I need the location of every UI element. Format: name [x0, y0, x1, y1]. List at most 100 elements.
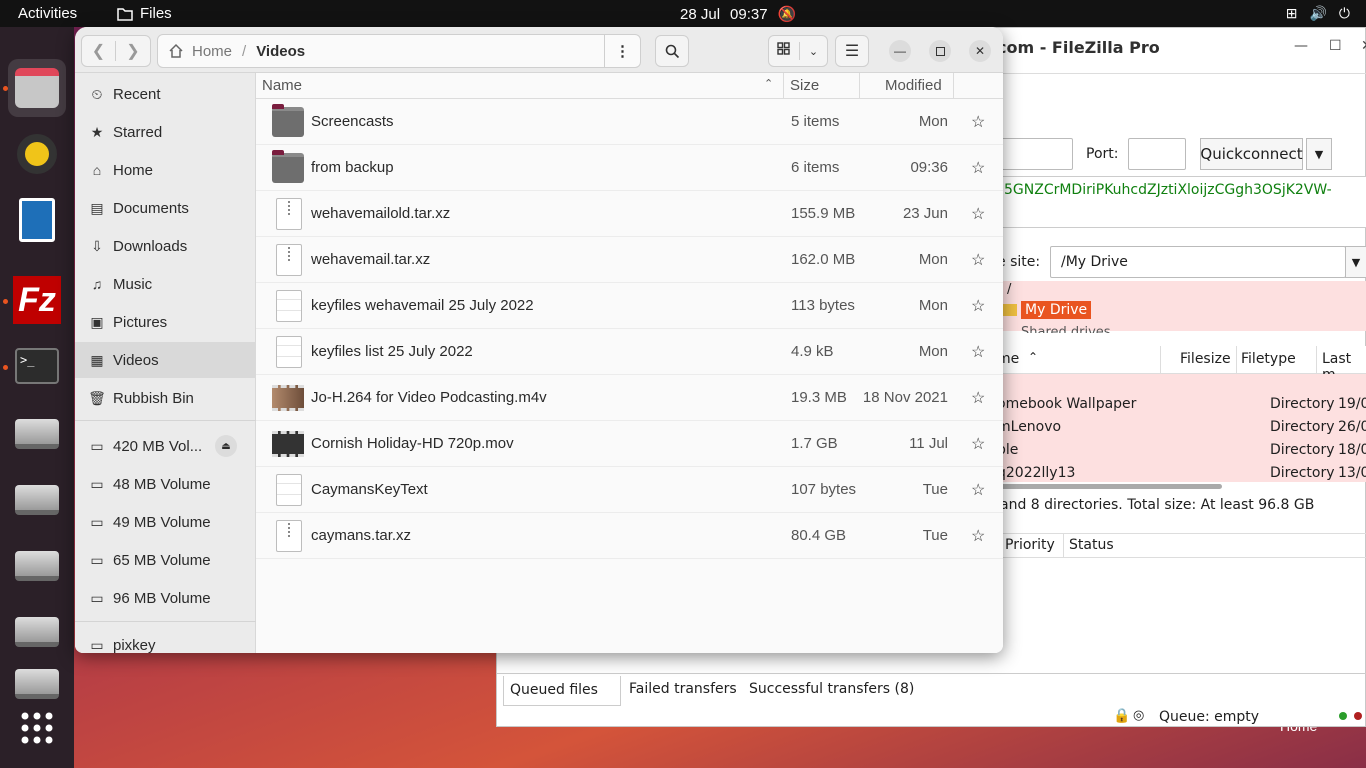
- clock-time: 09:37: [730, 5, 768, 23]
- remote-site-dropdown[interactable]: ▼: [1345, 246, 1366, 278]
- star-button[interactable]: ☆: [971, 434, 985, 454]
- star-button[interactable]: ☆: [971, 250, 985, 270]
- sidebar-item-recent[interactable]: ⏲ Recent: [75, 76, 256, 112]
- dock-drive[interactable]: [8, 405, 66, 463]
- grid-view-button[interactable]: [769, 42, 800, 60]
- table-row[interactable]: keyfiles wehavemail 25 July 2022 113 byt…: [256, 283, 1003, 329]
- sidebar-item-pixkey[interactable]: ▭ pixkey: [75, 627, 256, 654]
- view-options-button[interactable]: ⌄: [800, 45, 827, 58]
- remote-site-field[interactable]: /My Drive: [1050, 246, 1346, 278]
- list-item[interactable]: pleDirectory18/06/1: [997, 439, 1366, 462]
- breadcrumb-home[interactable]: Home: [192, 43, 232, 60]
- queue-col-status[interactable]: Status: [1069, 537, 1114, 553]
- sidebar-volume[interactable]: ▭ 65 MB Volume: [75, 542, 256, 578]
- sidebar-item-documents[interactable]: ▤ Documents: [75, 190, 256, 226]
- sidebar-item-downloads[interactable]: ⇩ Downloads: [75, 228, 256, 264]
- password-field[interactable]: [997, 138, 1073, 170]
- minimize-icon[interactable]: —: [1294, 38, 1308, 54]
- table-row[interactable]: Cornish Holiday-HD 720p.mov 1.7 GB 11 Ju…: [256, 421, 1003, 467]
- dock-rhythmbox[interactable]: [8, 125, 66, 183]
- sidebar-volume[interactable]: ▭ 49 MB Volume: [75, 504, 256, 540]
- sidebar-volume[interactable]: ▭ 48 MB Volume: [75, 466, 256, 502]
- star-button[interactable]: ☆: [971, 158, 985, 178]
- star-button[interactable]: ☆: [971, 388, 985, 408]
- file-modified: Mon: [918, 113, 948, 130]
- eject-icon: ⏏: [221, 440, 231, 452]
- table-row[interactable]: CaymansKeyText 107 bytes Tue ☆: [256, 467, 1003, 513]
- column-header: Name ⌃ Size Modified: [256, 73, 1003, 99]
- tab-queued-files[interactable]: Queued files: [503, 676, 621, 706]
- activities-button[interactable]: Activities: [18, 5, 77, 22]
- table-row[interactable]: wehavemail.tar.xz 162.0 MB Mon ☆: [256, 237, 1003, 283]
- star-button[interactable]: ☆: [971, 342, 985, 362]
- col-filesize[interactable]: Filesize: [1180, 351, 1231, 367]
- close-icon[interactable]: ✕: [1361, 38, 1366, 54]
- maximize-icon[interactable]: ☐: [1329, 38, 1342, 54]
- sidebar-item-pictures[interactable]: ▣ Pictures: [75, 304, 256, 340]
- tab-successful-transfers[interactable]: Successful transfers (8): [749, 681, 914, 697]
- table-row[interactable]: Jo-H.264 for Video Podcasting.m4v 19.3 M…: [256, 375, 1003, 421]
- col-filetype[interactable]: Filetype: [1241, 351, 1296, 367]
- horizontal-scrollbar[interactable]: [997, 484, 1222, 489]
- quickconnect-dropdown[interactable]: ▼: [1306, 138, 1332, 170]
- sidebar-item-starred[interactable]: ★ Starred: [75, 114, 256, 150]
- tree-item-shared-drives[interactable]: Shared drives: [1021, 325, 1111, 333]
- dock-terminal[interactable]: >_: [8, 337, 66, 395]
- list-item[interactable]: q2022lly13 Directory13/07/2: [997, 462, 1366, 485]
- dock-drive[interactable]: [8, 603, 66, 661]
- list-item[interactable]: omebook Wallpaper Directory19/07/2: [997, 393, 1366, 416]
- dock-drive[interactable]: [8, 669, 66, 699]
- col-modified[interactable]: Modified: [885, 77, 942, 94]
- table-row[interactable]: keyfiles list 25 July 2022 4.9 kB Mon ☆: [256, 329, 1003, 375]
- sidebar-item-music[interactable]: ♫ Music: [75, 266, 256, 302]
- star-button[interactable]: ☆: [971, 526, 985, 546]
- sidebar-item-videos[interactable]: ▦ Videos: [75, 342, 256, 378]
- clock[interactable]: 28 Jul 09:37 🔕: [680, 5, 796, 24]
- breadcrumb-current[interactable]: Videos: [256, 43, 305, 60]
- close-button[interactable]: ✕: [969, 40, 991, 62]
- minimize-button[interactable]: —: [889, 40, 911, 62]
- main-menu-button[interactable]: ☰: [835, 35, 869, 67]
- port-field[interactable]: [1128, 138, 1186, 170]
- table-row[interactable]: caymans.tar.xz 80.4 GB Tue ☆: [256, 513, 1003, 559]
- table-row[interactable]: from backup 6 items 09:36 ☆: [256, 145, 1003, 191]
- star-button[interactable]: ☆: [971, 480, 985, 500]
- eject-button[interactable]: ⏏: [215, 435, 237, 457]
- table-row[interactable]: wehavemailold.tar.xz 155.9 MB 23 Jun ☆: [256, 191, 1003, 237]
- table-row[interactable]: Screencasts 5 items Mon ☆: [256, 99, 1003, 145]
- show-apps-button[interactable]: [8, 699, 66, 757]
- path-menu-button[interactable]: ⋮: [604, 35, 640, 67]
- queue-col-priority[interactable]: Priority: [1005, 537, 1055, 553]
- sidebar-item-rubbish-bin[interactable]: 🗑 Rubbish Bin: [75, 380, 256, 416]
- col-name[interactable]: Name: [262, 77, 302, 94]
- maximize-button[interactable]: [929, 40, 951, 62]
- star-button[interactable]: ☆: [971, 204, 985, 224]
- sidebar-item-home[interactable]: ⌂ Home: [75, 152, 256, 188]
- breadcrumb-separator: /: [242, 42, 247, 60]
- sidebar-volume[interactable]: ▭ 420 MB Vol... ⏏: [75, 428, 256, 464]
- list-item[interactable]: mLenovo Directory26/07/2: [997, 416, 1366, 439]
- star-button[interactable]: ☆: [971, 296, 985, 316]
- dock-libreoffice-impress[interactable]: [8, 191, 66, 249]
- tree-item-my-drive[interactable]: My Drive: [1003, 301, 1092, 319]
- download-icon: ⇩: [91, 237, 103, 254]
- quickconnect-button[interactable]: Quickconnect: [1200, 138, 1303, 170]
- tab-failed-transfers[interactable]: Failed transfers: [629, 681, 737, 697]
- location-bar[interactable]: Home / Videos ⋮: [157, 34, 641, 68]
- star-button[interactable]: ☆: [971, 112, 985, 132]
- system-tray[interactable]: ⊞ 🔊 ⏻: [1286, 5, 1350, 22]
- col-size[interactable]: Size: [790, 77, 819, 94]
- file-modified: Mon: [918, 297, 948, 314]
- back-button[interactable]: ❮: [82, 41, 117, 61]
- app-grid-icon: [21, 712, 53, 744]
- dock-filezilla[interactable]: Fz: [8, 271, 66, 329]
- sidebar-volume[interactable]: ▭ 96 MB Volume: [75, 580, 256, 616]
- search-button[interactable]: [655, 35, 689, 67]
- app-menu[interactable]: Files: [117, 5, 172, 22]
- dock-files[interactable]: [8, 59, 66, 117]
- dock-drive[interactable]: [8, 471, 66, 529]
- home-icon: ⌂: [92, 162, 102, 178]
- dock-drive[interactable]: [8, 537, 66, 595]
- forward-button[interactable]: ❯: [116, 41, 150, 61]
- list-item-type: Directory: [1270, 465, 1335, 481]
